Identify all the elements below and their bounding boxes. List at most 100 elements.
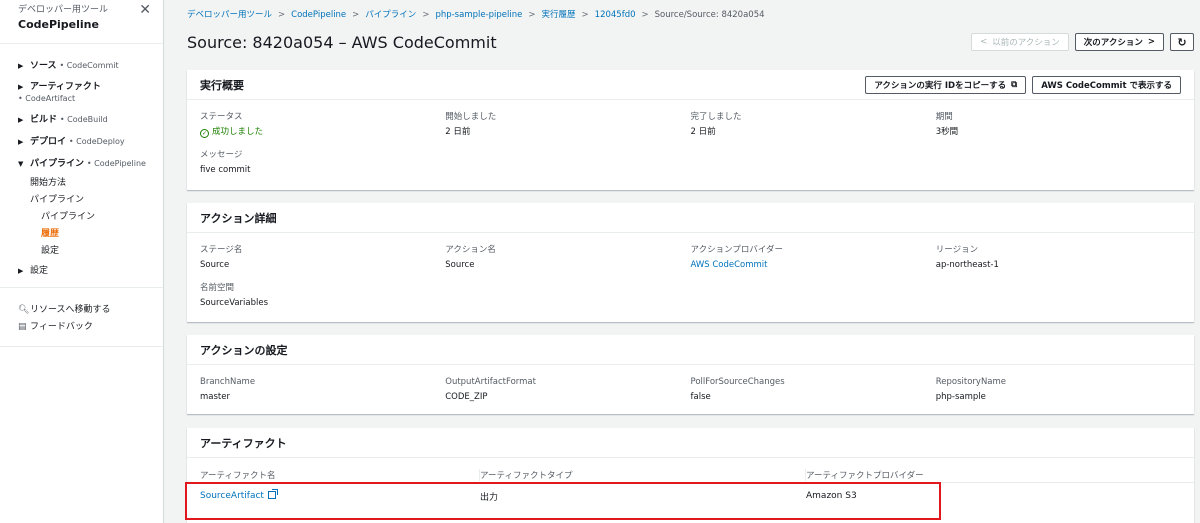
sidebar-group-settings[interactable]: ▶ 設定 [0, 266, 163, 277]
pipeline-children: 開始方法 パイプライン パイプライン 履歴 設定 [0, 175, 163, 260]
action-config-panel: アクションの設定 BranchName master OutputArtifac… [187, 335, 1194, 414]
sidebar-group-build[interactable]: ▶ ビルド • CodeBuild [0, 114, 163, 126]
view-in-codecommit-label: AWS CodeCommit で表示する [1041, 80, 1172, 91]
chevron-right-icon: > [528, 10, 536, 20]
artifact-type: 出力 [480, 492, 499, 503]
feedback-link[interactable]: ▤ フィードバック [0, 319, 163, 336]
field-value: 2 日前 [445, 127, 471, 137]
status-value: ✓ 成功しました [200, 126, 445, 138]
panel-header: アーティファクト [187, 428, 1194, 458]
field-value: Source [200, 260, 230, 270]
field-label: アクションプロバイダー [690, 245, 783, 255]
side-navigation: デベロッパー用ツール CodePipeline ✕ ▶ ソース • CodeCom… [0, 0, 164, 523]
status-field: ステータス ✓ 成功しました [200, 112, 445, 138]
table-header: アーティファクト名 アーティファクトタイプ アーティファクトプロバイダー [187, 467, 1194, 483]
field-label: 名前空間 [200, 283, 235, 293]
panel-title: アーティファクト [200, 436, 287, 450]
table-row: SourceArtifact 出力 Amazon S3 [187, 483, 1194, 509]
breadcrumb-execution-history[interactable]: 実行履歴 [542, 10, 576, 20]
field-label: ステータス [200, 112, 243, 122]
sidebar-divider [0, 346, 163, 347]
column-header-type: アーティファクトタイプ [480, 468, 806, 481]
column-header-name: アーティファクト名 [200, 468, 480, 481]
provider-link[interactable]: AWS CodeCommit [691, 259, 936, 271]
field-label: アクション名 [445, 245, 496, 255]
sidebar-item-settings[interactable]: 設定 [0, 243, 163, 260]
sidebar-group-source[interactable]: ▶ ソース • CodeCommit [0, 60, 163, 72]
config-row: BranchName master OutputArtifactFormat C… [187, 377, 1194, 403]
field-value: 3秒間 [935, 127, 959, 137]
breadcrumb-pipelines[interactable]: パイプライン [365, 10, 416, 20]
panel-actions: アクションの実行 IDをコピーする ⧉ AWS CodeCommit で表示する [865, 75, 1181, 94]
chevron-right-icon: > [581, 10, 589, 20]
field-value: five commit [200, 165, 251, 175]
close-icon[interactable]: ✕ [139, 2, 151, 18]
previous-action-label: 以前のアクション [992, 38, 1060, 48]
sidebar-header: デベロッパー用ツール CodePipeline ✕ [0, 0, 163, 44]
field-label: 期間 [935, 112, 953, 122]
refresh-button[interactable]: ↻ [1170, 33, 1194, 51]
group-service: • CodePipeline [86, 159, 146, 168]
sidebar-group-artifacts[interactable]: ▶ アーティファクト • CodeArtifact [0, 82, 163, 104]
artifact-provider: Amazon S3 [806, 491, 857, 501]
next-action-label: 次のアクション [1083, 38, 1143, 48]
header-actions: < 以前のアクション 次のアクション > ↻ [971, 33, 1194, 51]
group-service: • CodeArtifact [18, 94, 76, 103]
field-value: php-sample [935, 392, 986, 402]
caret-right-icon: ▶ [18, 138, 24, 146]
field-value: false [690, 392, 711, 402]
next-action-button[interactable]: 次のアクション > [1074, 33, 1164, 51]
sidebar-item-history[interactable]: 履歴 [0, 226, 163, 243]
field-label: 完了しました [690, 112, 742, 122]
group-label: デプロイ [30, 137, 67, 147]
breadcrumb-execution-id[interactable]: 12045fd0 [595, 10, 636, 20]
group-service: • CodeBuild [59, 115, 108, 124]
go-to-resource-label: リソースへ移動する [30, 305, 111, 315]
previous-action-button[interactable]: < 以前のアクション [971, 33, 1069, 51]
copy-execution-id-label: アクションの実行 IDをコピーする [874, 80, 1007, 91]
sidebar-group-pipeline[interactable]: ▼ パイプライン • CodePipeline [0, 158, 163, 170]
panel-header: アクション詳細 [187, 203, 1194, 233]
search-icon: 🔍︎ [18, 305, 30, 315]
provider-field: アクションプロバイダー AWS CodeCommit [691, 245, 936, 271]
feedback-icon: ▤ [18, 322, 27, 332]
field-value: Source [445, 260, 475, 270]
action-name-field: アクション名 Source [445, 245, 690, 271]
copy-execution-id-button[interactable]: アクションの実行 IDをコピーする ⧉ [865, 75, 1027, 94]
status-text: 成功しました [212, 127, 264, 137]
field-label: RepositoryName [935, 377, 1007, 387]
page-title: Source: 8420a054 – AWS CodeCommit [187, 33, 497, 52]
sidebar-item-pipelines[interactable]: パイプライン [0, 192, 163, 209]
field-label: BranchName [200, 377, 256, 387]
chevron-left-icon: < [980, 37, 988, 47]
breadcrumb-pipeline-name[interactable]: php-sample-pipeline [435, 10, 522, 20]
group-label: パイプライン [30, 159, 85, 169]
sidebar-group-deploy[interactable]: ▶ デプロイ • CodeDeploy [0, 136, 163, 148]
go-to-resource-link[interactable]: 🔍︎リソースへ移動する [0, 302, 163, 319]
external-link-icon [267, 489, 278, 499]
sidebar-nav: ▶ ソース • CodeCommit ▶ アーティファクト • CodeArtifa… [0, 44, 163, 347]
duration-field: 期間 3秒間 [936, 112, 1181, 138]
group-service: • CodeDeploy [68, 137, 125, 146]
breadcrumb: デベロッパー用ツール > CodePipeline > パイプライン > php-sampl… [187, 8, 765, 20]
sidebar-title[interactable]: CodePipeline [18, 17, 163, 33]
sidebar-item-getting-started[interactable]: 開始方法 [0, 175, 163, 192]
view-in-codecommit-button[interactable]: AWS CodeCommit で表示する [1032, 75, 1181, 94]
breadcrumb-developer-tools[interactable]: デベロッパー用ツール [187, 10, 272, 20]
panel-title: アクションの設定 [200, 343, 288, 357]
breadcrumb-codepipeline[interactable]: CodePipeline [291, 10, 346, 20]
started-field: 開始しました 2 日前 [445, 112, 690, 138]
group-label: ソース [30, 61, 57, 71]
chevron-right-icon: > [352, 10, 360, 20]
details-row: ステージ名 Source アクション名 Source アクションプロバイダー A… [187, 245, 1194, 271]
panel-title: アクション詳細 [200, 211, 277, 225]
copy-icon: ⧉ [1011, 79, 1018, 90]
field-value: SourceVariables [200, 298, 269, 308]
artifact-name-link[interactable]: SourceArtifact [200, 489, 480, 501]
caret-down-icon: ▼ [18, 160, 24, 168]
completed-field: 完了しました 2 日前 [691, 112, 936, 138]
sidebar-item-pipeline[interactable]: パイプライン [0, 209, 163, 226]
field-label: ステージ名 [200, 245, 243, 255]
sidebar-utilities: 🔍︎リソースへ移動する ▤ フィードバック [0, 302, 163, 336]
column-header-provider: アーティファクトプロバイダー [806, 470, 924, 481]
